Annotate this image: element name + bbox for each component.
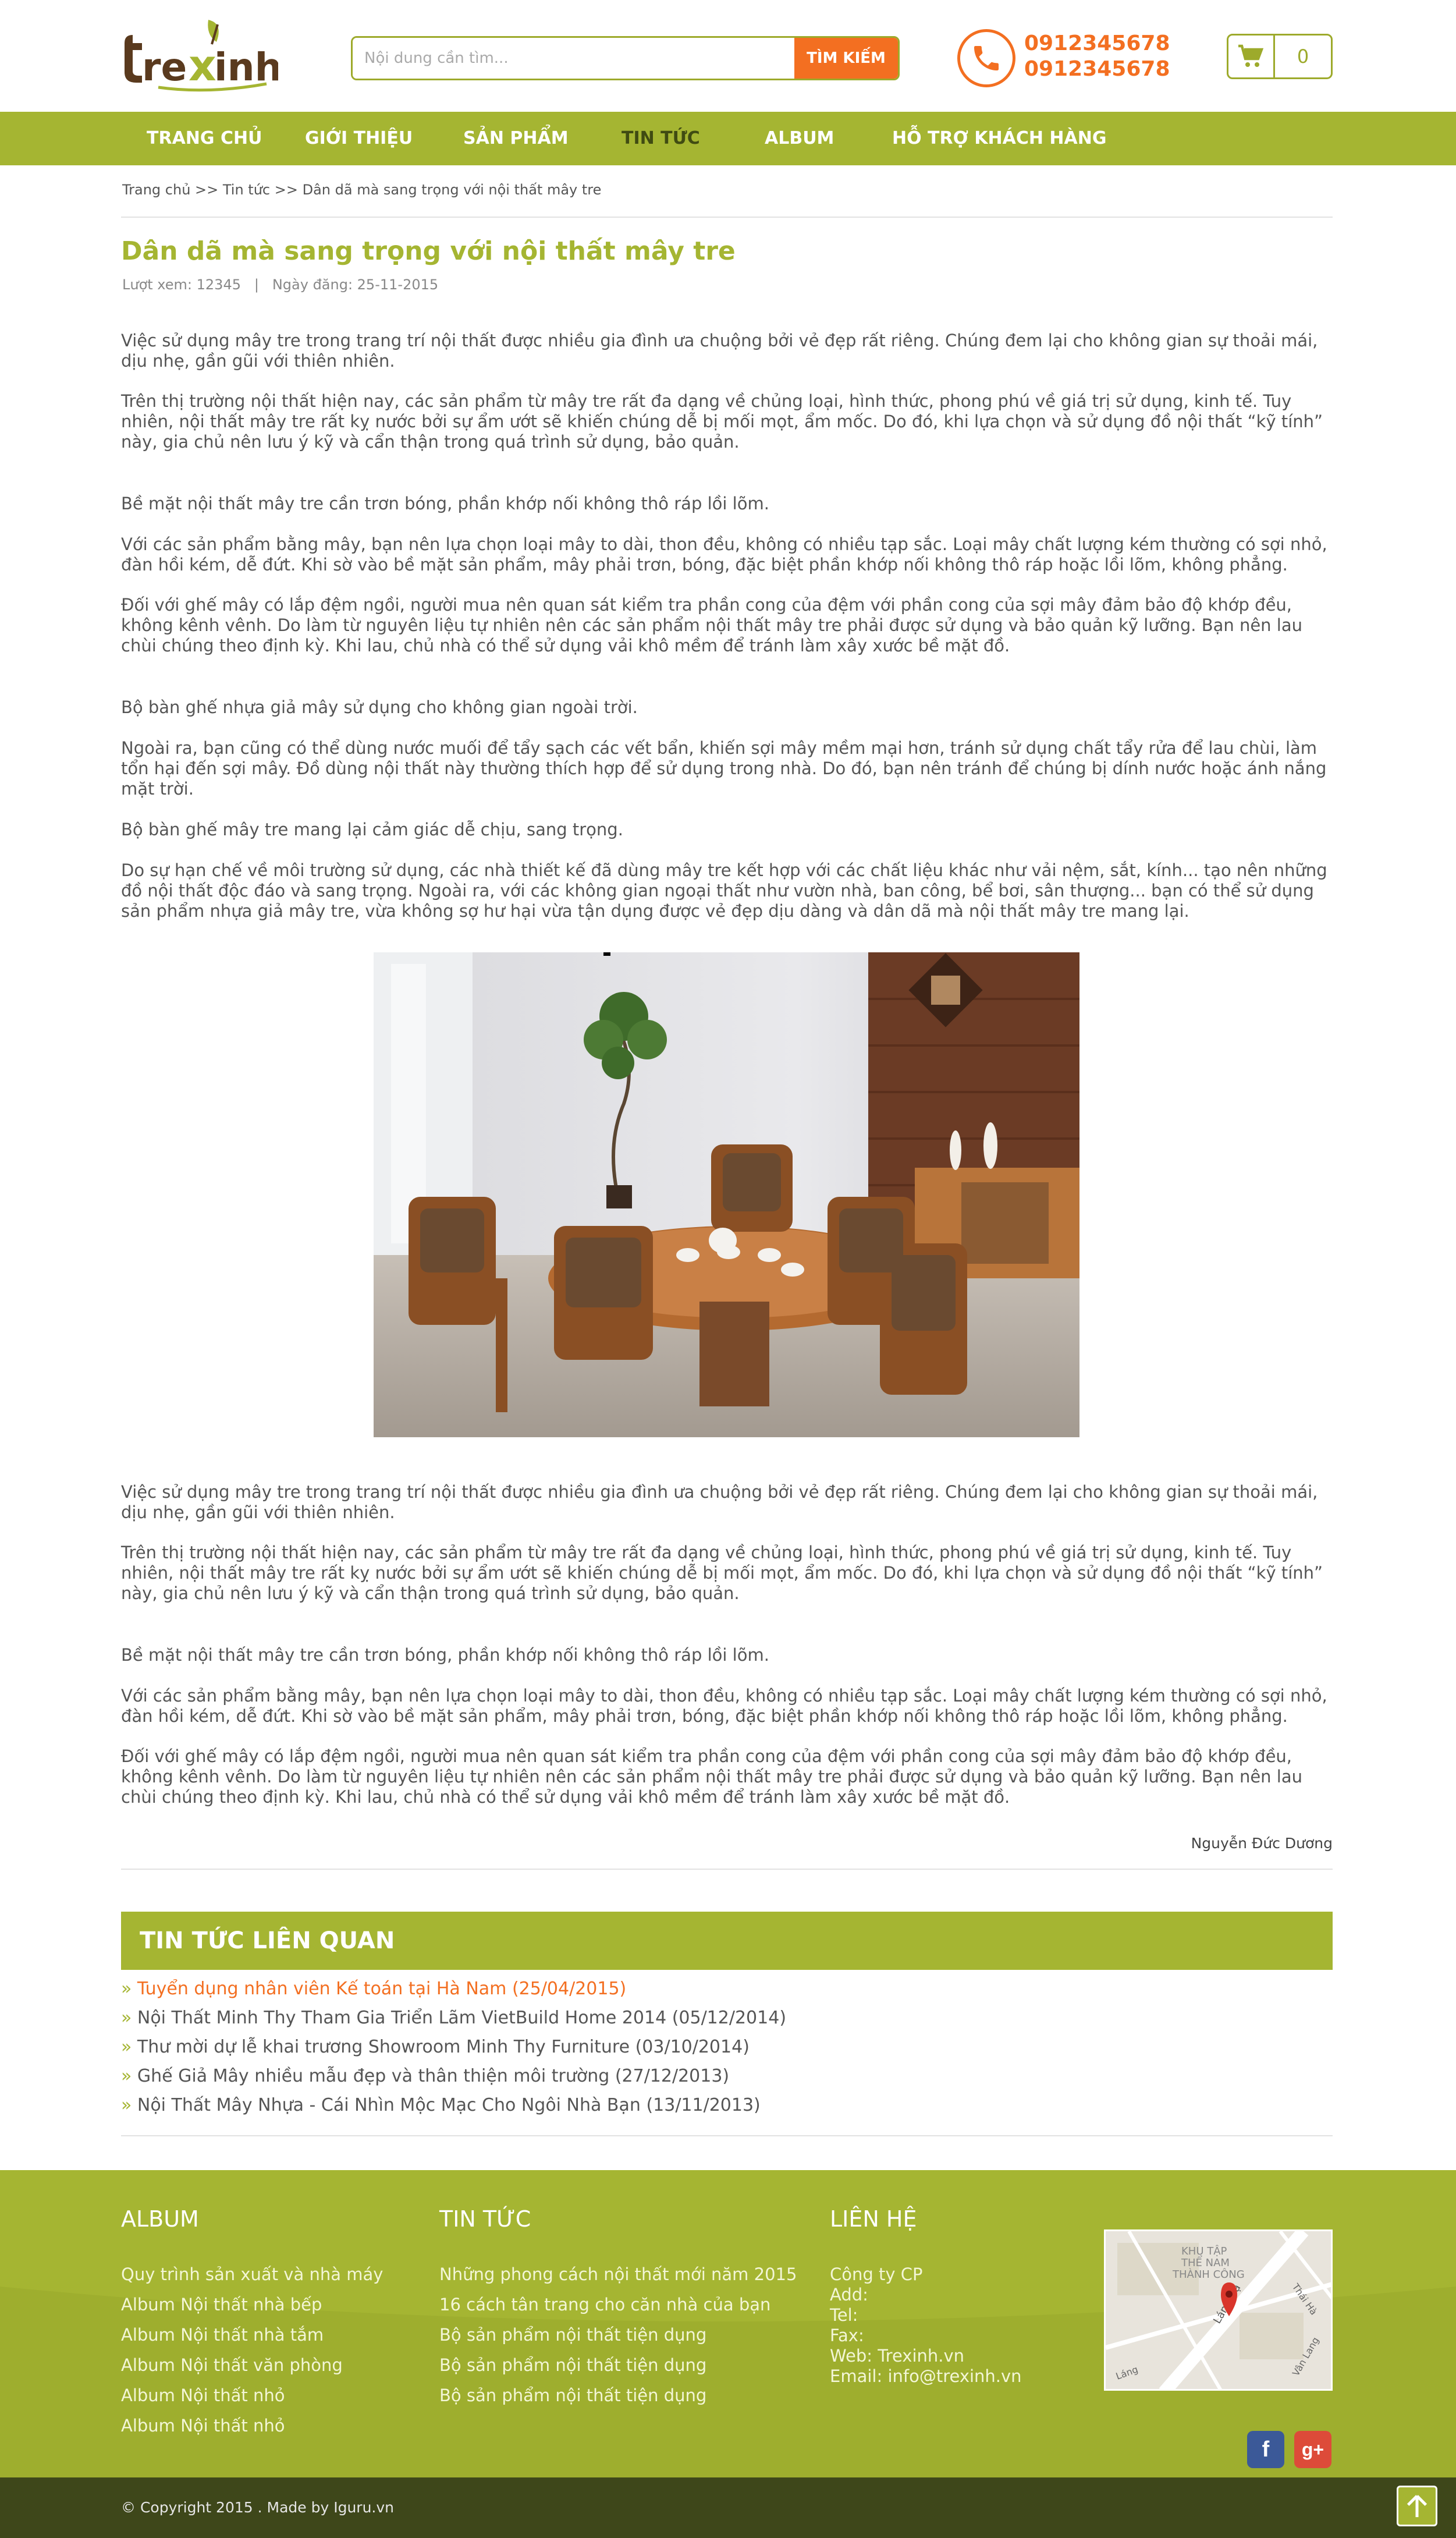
nav-album[interactable]: ALBUM	[765, 112, 834, 165]
related-news-item[interactable]: » Tuyển dụng nhân viên Kế toán tại Hà Na…	[121, 1979, 626, 1999]
footer-contact-title: LIÊN HỆ	[830, 2206, 917, 2232]
footer-album-link[interactable]: Album Nội thất nhỏ	[121, 2385, 285, 2405]
article-paragraph: Việc sử dụng mây tre trong trang trí nội…	[121, 1482, 1318, 1522]
article-paragraph: Bộ bàn ghế mây tre mang lại cảm giác dễ …	[121, 820, 623, 839]
footer-album-link[interactable]: Album Nội thất văn phòng	[121, 2355, 343, 2375]
copyright-bar: © Copyright 2015 . Made by Iguru.vn	[0, 2477, 1456, 2538]
footer-contact-web[interactable]: Web: Trexinh.vn	[830, 2346, 964, 2366]
article-paragraph: Với các sản phẩm bằng mây, bạn nên lựa c…	[121, 1686, 1327, 1726]
article-title: Dân dã mà sang trọng với nội thất mây tr…	[121, 236, 736, 266]
map-label: THÀNH CÔNG	[1172, 2268, 1245, 2281]
article-paragraph: Trên thị trường nội thất hiện nay, các s…	[121, 391, 1323, 452]
site-logo[interactable]: re x inh	[121, 17, 282, 94]
article-paragraph: Trên thị trường nội thất hiện nay, các s…	[121, 1543, 1323, 1603]
footer-contact-company: Công ty CP	[830, 2264, 923, 2284]
related-news-item[interactable]: » Ghế Giả Mây nhiều mẫu đẹp và thân thiệ…	[121, 2066, 729, 2086]
article-paragraph: Đối với ghế mây có lắp đệm ngồi, người m…	[121, 1746, 1302, 1807]
cart-count: 0	[1297, 45, 1309, 68]
footer-news-link[interactable]: Bộ sản phẩm nội thất tiện dụng	[439, 2325, 706, 2345]
footer-album-link[interactable]: Album Nội thất nhà tắm	[121, 2325, 324, 2345]
cart-icon	[1228, 36, 1275, 77]
footer-news-link[interactable]: Bộ sản phẩm nội thất tiện dụng	[439, 2385, 706, 2405]
footer-album-link[interactable]: Album Nội thất nhỏ	[121, 2416, 285, 2436]
nav-news[interactable]: TIN TỨC	[622, 112, 700, 165]
footer-album-title: ALBUM	[121, 2206, 199, 2232]
main-nav: TRANG CHỦ GIỚI THIỆU SẢN PHẨM TIN TỨC AL…	[0, 112, 1456, 165]
nav-home[interactable]: TRANG CHỦ	[147, 112, 262, 165]
article-paragraph: Ngoài ra, bạn cũng có thể dùng nước muối…	[121, 738, 1327, 799]
footer-contact-fax: Fax:	[830, 2326, 864, 2345]
article-meta: Lượt xem: 12345 | Ngày đăng: 25-11-2015	[122, 277, 439, 293]
article-paragraph: Đối với ghế mây có lắp đệm ngồi, người m…	[121, 595, 1302, 655]
footer-album-link[interactable]: Album Nội thất nhà bếp	[121, 2295, 322, 2314]
related-news-header: TIN TỨC LIÊN QUAN	[121, 1912, 1333, 1970]
related-news-item[interactable]: » Nội Thất Minh Thy Tham Gia Triển Lãm V…	[121, 2008, 786, 2028]
nav-products[interactable]: SẢN PHẨM	[463, 112, 569, 165]
svg-text:re: re	[142, 45, 187, 90]
hotline-2[interactable]: 0912345678	[1024, 57, 1170, 81]
article-paragraph: Việc sử dụng mây tre trong trang trí nội…	[121, 331, 1318, 371]
back-to-top-button[interactable]	[1397, 2486, 1437, 2526]
footer-news-title: TIN TỨC	[439, 2206, 531, 2232]
footer-news-link[interactable]: Những phong cách nội thất mới năm 2015	[439, 2264, 797, 2284]
phone-icon	[957, 29, 1015, 87]
search-input[interactable]	[353, 38, 794, 79]
article-paragraph: Bề mặt nội thất mây tre cần trơn bóng, p…	[121, 494, 769, 513]
hotline-1[interactable]: 0912345678	[1024, 31, 1170, 55]
svg-text:inh: inh	[214, 45, 278, 90]
article-paragraph: Bộ bàn ghế nhựa giả mây sử dụng cho khôn…	[121, 697, 638, 717]
divider	[121, 217, 1333, 218]
breadcrumb[interactable]: Trang chủ >> Tin tức >> Dân dã mà sang t…	[122, 182, 601, 198]
article-paragraph: Bề mặt nội thất mây tre cần trơn bóng, p…	[121, 1645, 769, 1665]
cart-button[interactable]: 0	[1227, 34, 1333, 79]
divider	[121, 2135, 1333, 2136]
nav-about[interactable]: GIỚI THIỆU	[305, 112, 413, 165]
search-button[interactable]: TÌM KIẾM	[794, 38, 898, 79]
google-plus-icon[interactable]: g+	[1294, 2431, 1331, 2468]
related-news-item[interactable]: » Nội Thất Mây Nhựa - Cái Nhìn Mộc Mạc C…	[121, 2095, 761, 2115]
svg-text:x: x	[189, 41, 216, 91]
footer-map[interactable]: KHU TẬP THỂ NAM THÀNH CÔNG Láng Hạ Thái …	[1104, 2229, 1333, 2391]
article-paragraph: Do sự hạn chế về môi trường sử dụng, các…	[121, 860, 1327, 921]
footer-contact-email[interactable]: Email: info@trexinh.vn	[830, 2366, 1022, 2386]
footer-contact-tel: Tel:	[830, 2305, 858, 2325]
copyright-text: © Copyright 2015 . Made by Iguru.vn	[121, 2499, 395, 2516]
map-label: THỂ NAM	[1181, 2255, 1230, 2269]
map-label: KHU TẬP	[1181, 2245, 1227, 2257]
nav-support[interactable]: HỖ TRỢ KHÁCH HÀNG	[892, 112, 1106, 165]
article-author: Nguyễn Đức Dương	[1191, 1835, 1333, 1852]
search-form: TÌM KIẾM	[351, 36, 900, 80]
article-paragraph: Với các sản phẩm bằng mây, bạn nên lựa c…	[121, 534, 1327, 575]
related-news-item[interactable]: » Thư mời dự lễ khai trương Showroom Min…	[121, 2037, 750, 2057]
footer-contact-address: Add:	[830, 2285, 868, 2305]
related-news-title: TIN TỨC LIÊN QUAN	[140, 1927, 395, 1954]
footer-album-link[interactable]: Quy trình sản xuất và nhà máy	[121, 2264, 383, 2284]
footer-news-link[interactable]: Bộ sản phẩm nội thất tiện dụng	[439, 2355, 706, 2375]
arrow-up-icon	[1407, 2494, 1427, 2518]
article-image	[374, 952, 1079, 1437]
facebook-icon[interactable]: f	[1247, 2431, 1284, 2468]
footer-news-link[interactable]: 16 cách tân trang cho căn nhà của bạn	[439, 2295, 770, 2314]
divider	[121, 1869, 1333, 1870]
